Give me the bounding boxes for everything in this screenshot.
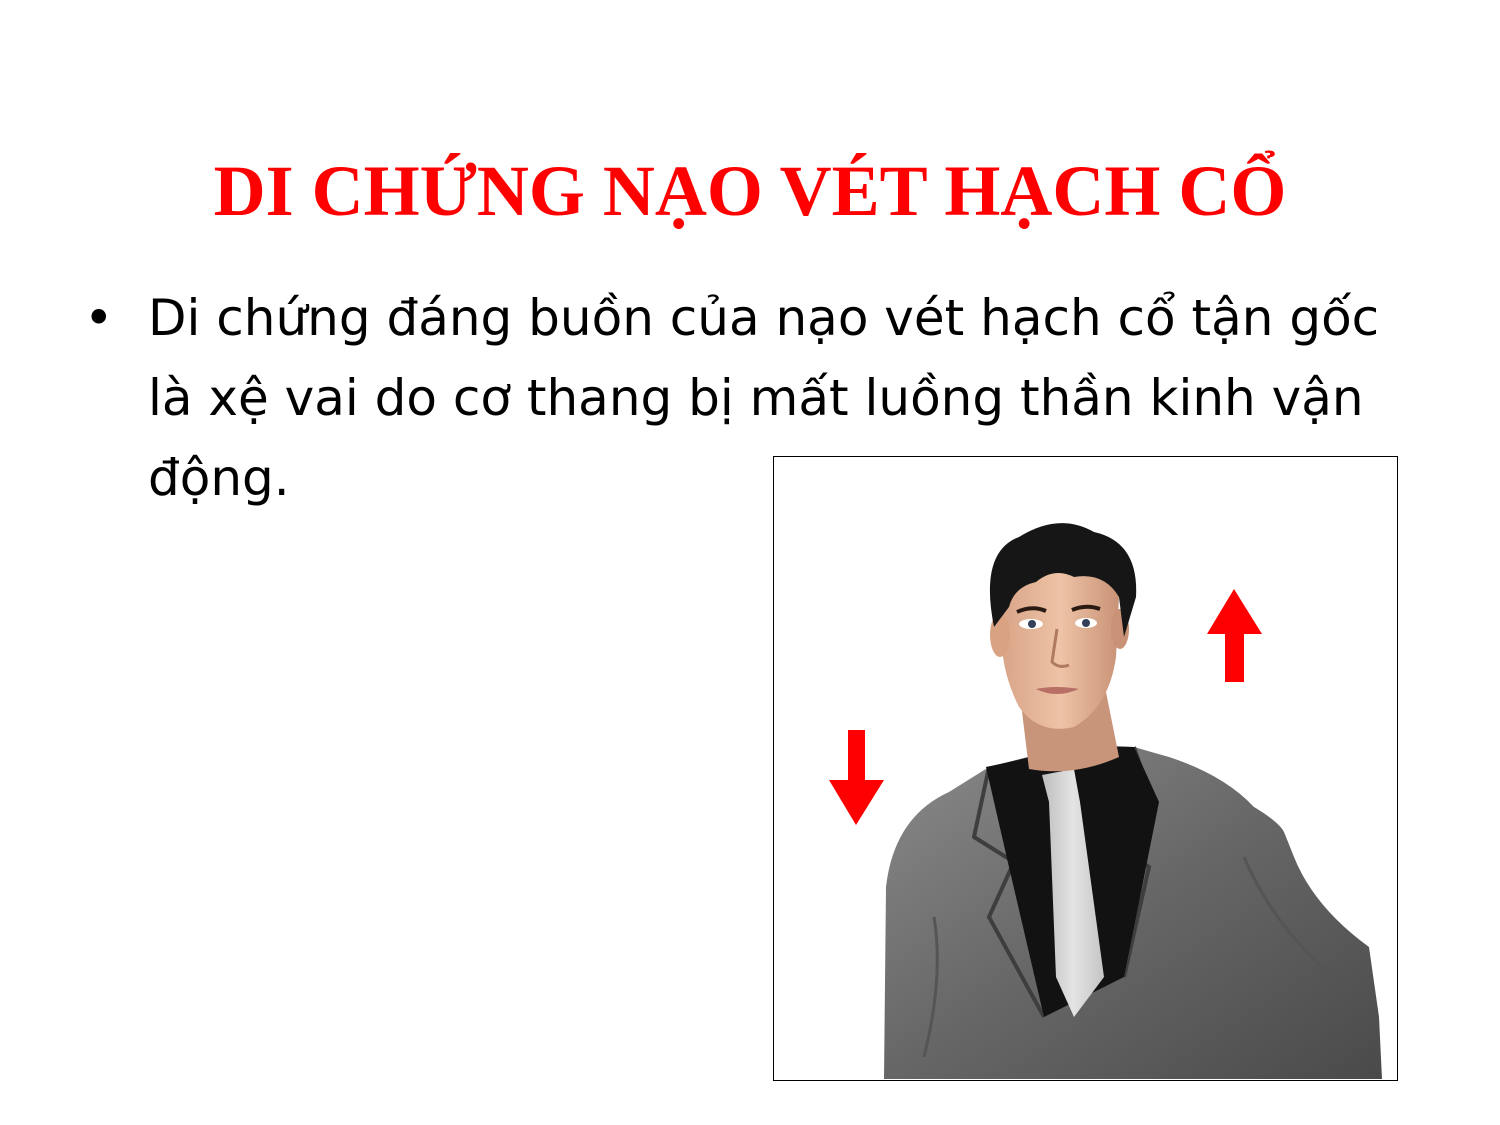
arrow-up-icon — [1207, 589, 1262, 682]
bullet-marker: • — [84, 289, 114, 347]
arrow-down-icon — [829, 730, 884, 825]
slide-title: DI CHỨNG NẠO VÉT HẠCH CỔ — [213, 151, 1287, 232]
illustration-frame — [773, 456, 1398, 1081]
man-illustration — [829, 523, 1382, 1079]
